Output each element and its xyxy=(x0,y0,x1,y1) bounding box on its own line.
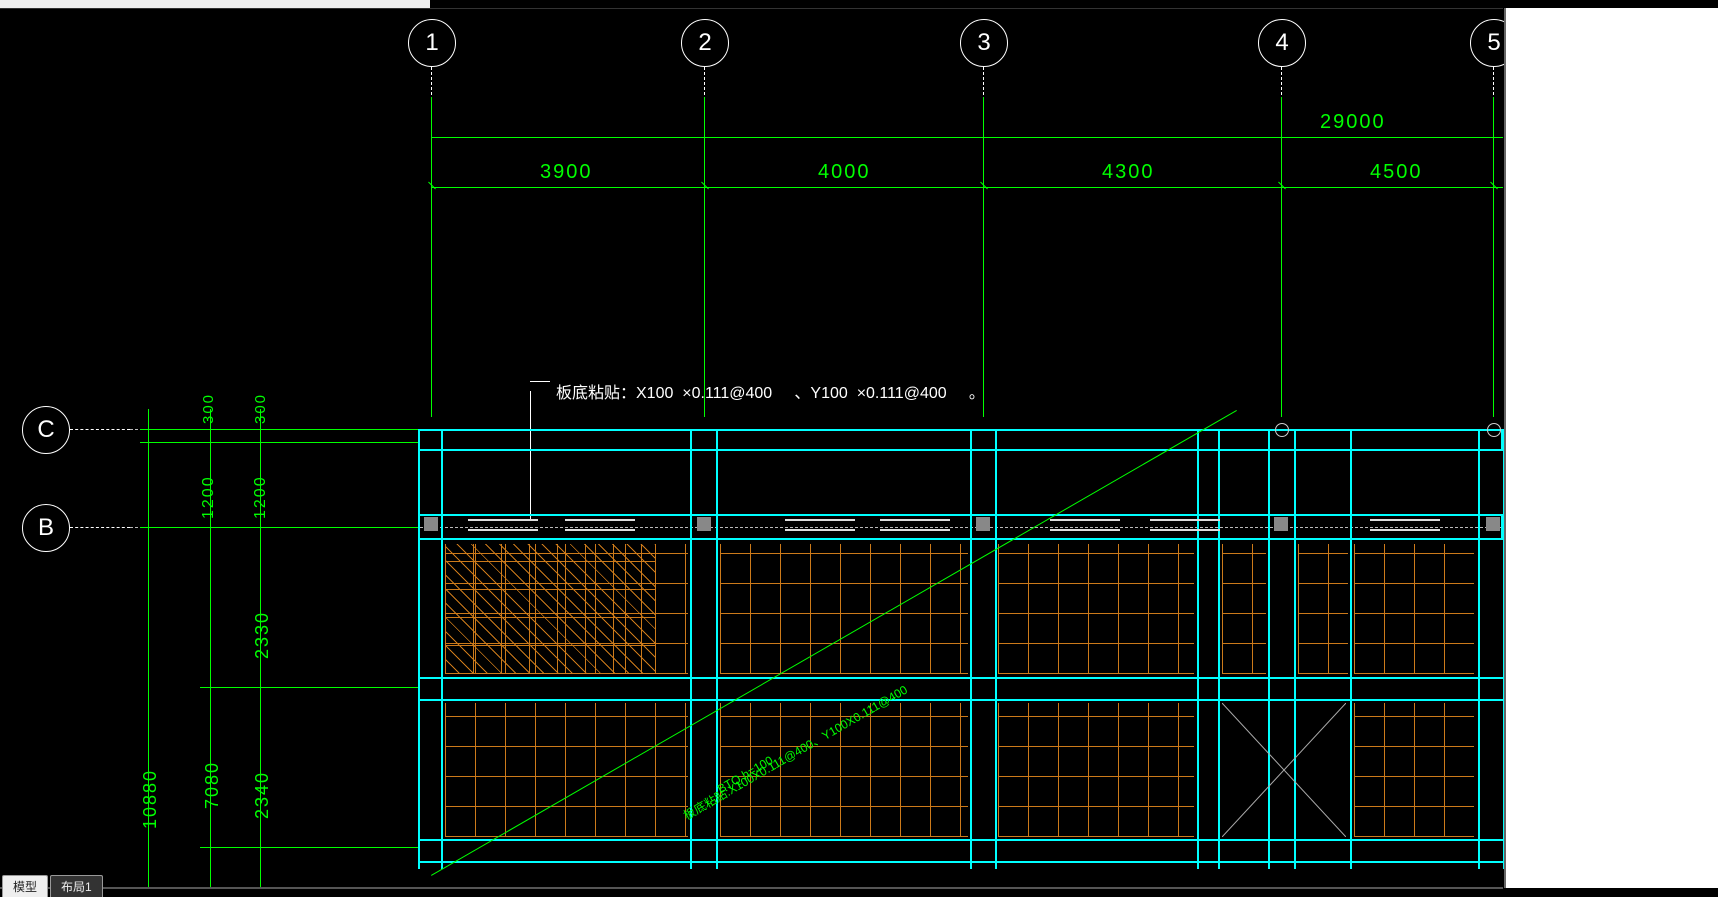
opening-mark xyxy=(468,519,538,531)
brace-x xyxy=(1222,703,1346,837)
paper-space-panel[interactable] xyxy=(1504,8,1718,888)
beam-v xyxy=(418,429,420,869)
grid-bubble-3: 3 xyxy=(960,19,1008,67)
dim-bay23: 4000 xyxy=(818,161,871,184)
cad-viewport[interactable]: 1 2 3 4 5 29000 3900 4000 4300 4500 C B xyxy=(0,8,1718,888)
model-space[interactable]: 1 2 3 4 5 29000 3900 4000 4300 4500 C B xyxy=(0,8,1503,889)
column xyxy=(1274,517,1288,531)
grid-ext-v xyxy=(1493,97,1494,417)
anno-leader xyxy=(530,391,531,521)
dim-ext-h xyxy=(200,687,420,688)
slab-strip xyxy=(1298,544,1348,674)
beam-v xyxy=(1197,429,1199,869)
opening-mark xyxy=(880,519,950,531)
grid-ext-v xyxy=(983,97,984,417)
dim-bay45: 4500 xyxy=(1370,161,1423,184)
grid-stem xyxy=(431,67,432,95)
slab-grid-5b xyxy=(1354,703,1474,837)
grid-ext-v xyxy=(1281,97,1282,417)
model-scrollbar-h[interactable] xyxy=(0,887,1503,889)
dim-tick xyxy=(1278,182,1286,190)
dim-bay12: 3900 xyxy=(540,161,593,184)
dim-tick xyxy=(701,182,709,190)
opening-mark xyxy=(1050,519,1120,531)
slab-strip xyxy=(1222,544,1266,674)
beam-h xyxy=(418,839,1503,841)
beam-top-outer xyxy=(418,429,1503,451)
dim-tick xyxy=(428,182,436,190)
slab-grid-5a xyxy=(1354,544,1474,674)
beam-h xyxy=(418,677,1503,679)
slab-grid-3b xyxy=(998,703,1194,837)
grid-stem-h xyxy=(70,429,130,430)
dim-ext-h xyxy=(140,442,420,443)
dim-ext-h xyxy=(140,527,420,528)
tab-layout1[interactable]: 布局1 xyxy=(50,875,103,897)
grid-stem xyxy=(983,67,984,95)
beam-h xyxy=(418,699,1503,701)
column xyxy=(1486,517,1500,531)
top-menu-strip xyxy=(0,0,430,8)
dim-r2: 2340 xyxy=(252,771,273,819)
node-circle xyxy=(1275,423,1289,437)
grid-bubble-1: 1 xyxy=(408,19,456,67)
dim-overall: 29000 xyxy=(1320,111,1386,134)
grid-ext-v xyxy=(704,97,705,417)
column xyxy=(424,517,438,531)
beam-v xyxy=(1478,429,1480,869)
dim-line-bays xyxy=(431,187,1503,188)
dim-line-overall xyxy=(431,137,1503,138)
grid-stem-h xyxy=(70,527,130,528)
dim-tick xyxy=(980,182,988,190)
beam-h xyxy=(418,861,1503,863)
grid-bubble-2: 2 xyxy=(681,19,729,67)
dim-c-off2: 300 xyxy=(252,393,269,424)
dim-tick xyxy=(1490,182,1498,190)
grid-ext-v xyxy=(431,97,432,417)
column xyxy=(976,517,990,531)
beam-v xyxy=(441,429,443,869)
grid-bubble-4: 4 xyxy=(1258,19,1306,67)
dim-bay34: 4300 xyxy=(1102,161,1155,184)
beam-v xyxy=(970,429,972,869)
grid-bubble-B: B xyxy=(22,504,70,552)
dim-side-7: 7080 xyxy=(202,761,223,809)
dim-ext-h xyxy=(200,847,420,848)
grid-stem xyxy=(1281,67,1282,95)
opening-mark xyxy=(565,519,635,531)
slab-grid-1a xyxy=(445,544,688,674)
tab-model[interactable]: 模型 xyxy=(2,875,48,897)
beam-v xyxy=(1350,429,1352,869)
dim-cb1: 1200 xyxy=(200,475,218,519)
dim-c-off1: 300 xyxy=(200,393,217,424)
layout-tabs: 模型 布局1 xyxy=(2,877,103,897)
dim-cb2: 1200 xyxy=(252,475,270,519)
slab-grid-3 xyxy=(998,544,1194,674)
panel-edge xyxy=(1504,8,1506,888)
node-circle xyxy=(1487,423,1501,437)
grid-stem xyxy=(1493,67,1494,95)
dim-side-10: 10880 xyxy=(140,769,161,829)
column xyxy=(697,517,711,531)
beam-v xyxy=(1218,429,1220,869)
opening-mark xyxy=(1150,519,1220,531)
opening-mark xyxy=(1370,519,1440,531)
grid-stem xyxy=(704,67,705,95)
slab-grid-2 xyxy=(720,544,968,674)
opening-mark xyxy=(785,519,855,531)
dim-ext-h xyxy=(140,429,420,430)
slab-grid-1b xyxy=(445,703,688,837)
grid-bubble-C: C xyxy=(22,406,70,454)
anno-slab-bottom: 板底粘贴：X100 ×0.111@400 、Y100 ×0.111@400 。 xyxy=(556,379,985,403)
anno-leader-h xyxy=(530,381,550,382)
beam-v xyxy=(995,429,997,869)
dim-r1: 2330 xyxy=(252,611,273,659)
